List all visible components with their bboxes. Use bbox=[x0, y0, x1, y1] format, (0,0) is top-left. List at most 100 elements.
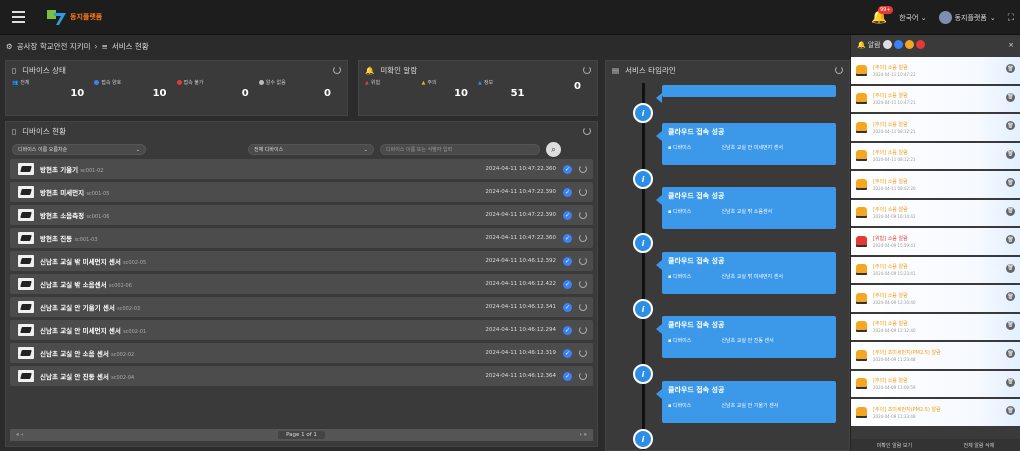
close-icon[interactable]: × bbox=[1008, 41, 1014, 49]
filter-info-icon[interactable] bbox=[893, 40, 903, 49]
delete-icon[interactable]: 🗑 bbox=[1006, 121, 1015, 130]
alarm-item[interactable]: [주의] 초미세먼지(PM2.5) 알람 2024-04-09 11:23:48 … bbox=[851, 342, 1020, 369]
device-row[interactable]: 방현초 진동 sc001-03 2024-04-11 10:47:22.360 ✓ bbox=[10, 228, 593, 248]
refresh-icon[interactable] bbox=[579, 372, 587, 380]
alarm-item[interactable]: [주의] 초미세먼지(PM2.5) 알람 2024-04-09 11:23:48 … bbox=[851, 399, 1020, 426]
filter-warn-icon[interactable] bbox=[904, 40, 914, 49]
timeline-card[interactable]: 클라우드 접속 성공 ▪ 디바이스 신남초 교실 안 미세먼지 센서 bbox=[656, 123, 836, 165]
check-icon: ✓ bbox=[563, 279, 572, 289]
delete-icon[interactable]: 🗑 bbox=[1006, 92, 1015, 102]
alarm-item[interactable]: [주의] 소음 알람 2024-04-09 12:30:40 🗑 bbox=[851, 285, 1020, 312]
sort-select[interactable]: 디바이스 이름 오름차순 ⌄ bbox=[12, 144, 146, 155]
stat-fail[interactable]: 접속 불가 0 bbox=[176, 79, 259, 99]
refresh-icon[interactable] bbox=[579, 349, 587, 357]
device-row[interactable]: 신남초 교실 밖 소음센서 sc002-06 2024-04-11 10:46:… bbox=[10, 274, 593, 294]
timeline-card[interactable]: 클라우드 접속 성공 ▪ 디바이스 신남초 교실 밖 미세먼지 센서 bbox=[656, 252, 836, 294]
stat-total[interactable]: 👥 전체 10 bbox=[12, 79, 94, 100]
list-icon: ≡ bbox=[101, 41, 108, 51]
delete-icon[interactable]: 🗑 bbox=[1006, 349, 1015, 358]
delete-icon[interactable]: 🗑 bbox=[1006, 64, 1015, 73]
delete-icon[interactable]: 🗑 bbox=[1006, 206, 1015, 216]
alarm-item[interactable]: [주의] 소음 알람 2024-04-09 12:12:40 🗑 bbox=[851, 313, 1020, 340]
delete-icon[interactable]: 🗑 bbox=[1006, 149, 1015, 159]
delete-icon[interactable]: 🗑 bbox=[1006, 235, 1015, 244]
alarm-item[interactable]: [주의] 소음 알람 2024-04-11 10:47:21 🗑 bbox=[851, 85, 1020, 112]
stat-value: 0 bbox=[574, 81, 581, 92]
alarm-item[interactable]: [주의] 소음 알람 2024-04-09 16:10:42 🗑 bbox=[851, 199, 1020, 226]
refresh-icon[interactable] bbox=[579, 165, 587, 173]
stat-ok[interactable]: 접속 양호 10 bbox=[94, 79, 176, 99]
alarm-item-title: [주의] 초미세먼지(PM2.5) 알람 bbox=[873, 349, 941, 356]
delete-icon[interactable]: 🗑 bbox=[1006, 320, 1015, 330]
search-button[interactable]: ⌕ bbox=[546, 142, 561, 157]
alarm-item[interactable]: [주의] 소음 알람 2024-04-11 08:02:20 🗑 bbox=[851, 171, 1020, 198]
alarm-item[interactable]: [위험] 소음 알람 2024-04-09 15:59:41 🗑 bbox=[851, 228, 1020, 255]
device-name: 신남초 교실 안 소음 센서 sc002-02 bbox=[40, 350, 135, 358]
stat-danger[interactable]: ▲ 위험 bbox=[365, 79, 422, 99]
delete-icon[interactable]: 🗑 bbox=[1006, 292, 1015, 301]
filter-all-icon[interactable] bbox=[882, 40, 892, 49]
refresh-icon[interactable] bbox=[583, 127, 591, 135]
device-filter-select[interactable]: 전체 디바이스 ⌄ bbox=[248, 144, 374, 155]
alarm-item[interactable]: [주의] 소음 알람 2024-04-09 15:23:41 🗑 bbox=[851, 256, 1020, 283]
delete-icon[interactable]: 🗑 bbox=[1006, 178, 1015, 187]
device-row[interactable]: 신남초 교실 밖 미세먼지 센서 sc002-05 2024-04-11 10:… bbox=[10, 251, 593, 271]
logo[interactable]: 동지플랫폼 bbox=[46, 8, 102, 26]
refresh-icon[interactable] bbox=[333, 66, 341, 74]
refresh-icon[interactable] bbox=[583, 66, 591, 74]
alarm-item[interactable]: [주의] 소음 알람 2024-04-09 11:00:59 🗑 bbox=[851, 370, 1020, 397]
alarm-item[interactable]: [주의] 소음 알람 2024-04-11 08:12:21 🗑 bbox=[851, 142, 1020, 169]
device-row[interactable]: 신남초 교실 안 진동 센서 sc002-04 2024-04-11 10:46… bbox=[10, 366, 593, 386]
delete-icon[interactable]: 🗑 bbox=[1006, 377, 1015, 387]
next-page-button[interactable]: › » bbox=[580, 432, 587, 438]
device-list: 방현초 기울기 sc001-02 2024-04-11 10:47:22.360… bbox=[6, 159, 597, 386]
refresh-icon[interactable] bbox=[579, 326, 587, 334]
user-menu[interactable]: 동지플랫폼 ⌄ bbox=[938, 11, 996, 24]
device-row[interactable]: 방현초 소음측정 sc001-06 2024-04-11 10:47:22.39… bbox=[10, 205, 593, 225]
stat-info[interactable]: ▲ 정보 51 bbox=[478, 79, 535, 100]
notification-bell-icon[interactable]: 🔔 99+ bbox=[871, 6, 893, 25]
timeline-line bbox=[642, 83, 645, 450]
sort-select-value: 디바이스 이름 오름차순 bbox=[18, 147, 68, 153]
delete-icon[interactable]: 🗑 bbox=[1006, 406, 1015, 415]
service-timeline-panel: ▤ 서비스 타임라인 i i i i i i 클라우드 접속 성공 ▪ 디바이스 신남초 교실 … bbox=[605, 60, 850, 451]
fullscreen-icon[interactable]: ⛶ bbox=[1008, 13, 1014, 23]
chevron-right-icon: › bbox=[94, 41, 98, 51]
device-row[interactable]: 신남초 교실 안 소음 센서 sc002-02 2024-04-11 10:46… bbox=[10, 343, 593, 363]
refresh-icon[interactable] bbox=[579, 280, 587, 288]
info-icon: i bbox=[633, 299, 653, 319]
refresh-icon[interactable] bbox=[579, 303, 587, 311]
prev-page-button[interactable]: « ‹ bbox=[16, 432, 23, 438]
alarm-item[interactable]: [주의] 소음 알람 2024-04-11 10:47:22 🗑 bbox=[851, 57, 1020, 84]
language-select[interactable]: 한국어 ⌄ bbox=[899, 13, 926, 23]
stat-label: 정보 bbox=[483, 80, 494, 86]
view-unconfirmed-button[interactable]: 미확인 알람 보기 bbox=[877, 442, 912, 449]
timeline-device-name: 신남초 교실 밖 미세먼지 센서 bbox=[721, 274, 783, 280]
alarm-item-title: [주의] 소음 알람 bbox=[873, 264, 908, 271]
timeline-card[interactable]: 클라우드 접속 성공 ▪ 디바이스 신남초 교실 밖 소음센서 bbox=[656, 187, 836, 229]
delete-icon[interactable]: 🗑 bbox=[1006, 263, 1015, 273]
device-row[interactable]: 신남초 교실 안 기울기 센서 sc002-03 2024-04-11 10:4… bbox=[10, 297, 593, 317]
breadcrumb-site[interactable]: 공사장 학교안전 지키미 bbox=[17, 41, 91, 52]
alarm-item[interactable]: [주의] 소음 알람 2024-04-11 08:32:21 🗑 bbox=[851, 114, 1020, 141]
check-icon: ✓ bbox=[563, 302, 572, 312]
refresh-icon[interactable] bbox=[835, 66, 843, 74]
search-input[interactable]: 디바이스 이름 또는 식별자 입력 bbox=[380, 144, 540, 155]
stat-warn[interactable]: ▲ 주의 10 bbox=[422, 79, 479, 100]
alarm-item-time: 2024-04-09 12:30:40 bbox=[873, 299, 916, 305]
stat-unknown[interactable]: 알수 없음 0 bbox=[258, 79, 341, 99]
refresh-icon[interactable] bbox=[579, 257, 587, 265]
device-time: 2024-04-11 10:47:22.390 bbox=[485, 189, 556, 195]
refresh-icon[interactable] bbox=[579, 234, 587, 242]
menu-icon[interactable] bbox=[0, 0, 36, 35]
delete-all-alarms-button[interactable]: 전체 알람 삭제 bbox=[964, 442, 995, 449]
timeline-card[interactable]: 클라우드 접속 성공 ▪ 디바이스 신남초 교실 안 기울기 센서 bbox=[656, 381, 836, 423]
device-row[interactable]: 신남초 교실 안 미세먼지 센서 sc002-01 2024-04-11 10:… bbox=[10, 320, 593, 340]
device-row[interactable]: 방현초 기울기 sc001-02 2024-04-11 10:47:22.360… bbox=[10, 159, 593, 179]
filter-danger-icon[interactable] bbox=[915, 40, 925, 49]
refresh-icon[interactable] bbox=[579, 211, 587, 219]
device-row[interactable]: 방현초 미세먼지 sc001-05 2024-04-11 10:47:22.39… bbox=[10, 182, 593, 202]
refresh-icon[interactable] bbox=[579, 188, 587, 196]
timeline-card[interactable]: 클라우드 접속 성공 ▪ 디바이스 신남초 교실 안 진동 센서 bbox=[656, 316, 836, 358]
check-icon: ✓ bbox=[563, 164, 572, 174]
